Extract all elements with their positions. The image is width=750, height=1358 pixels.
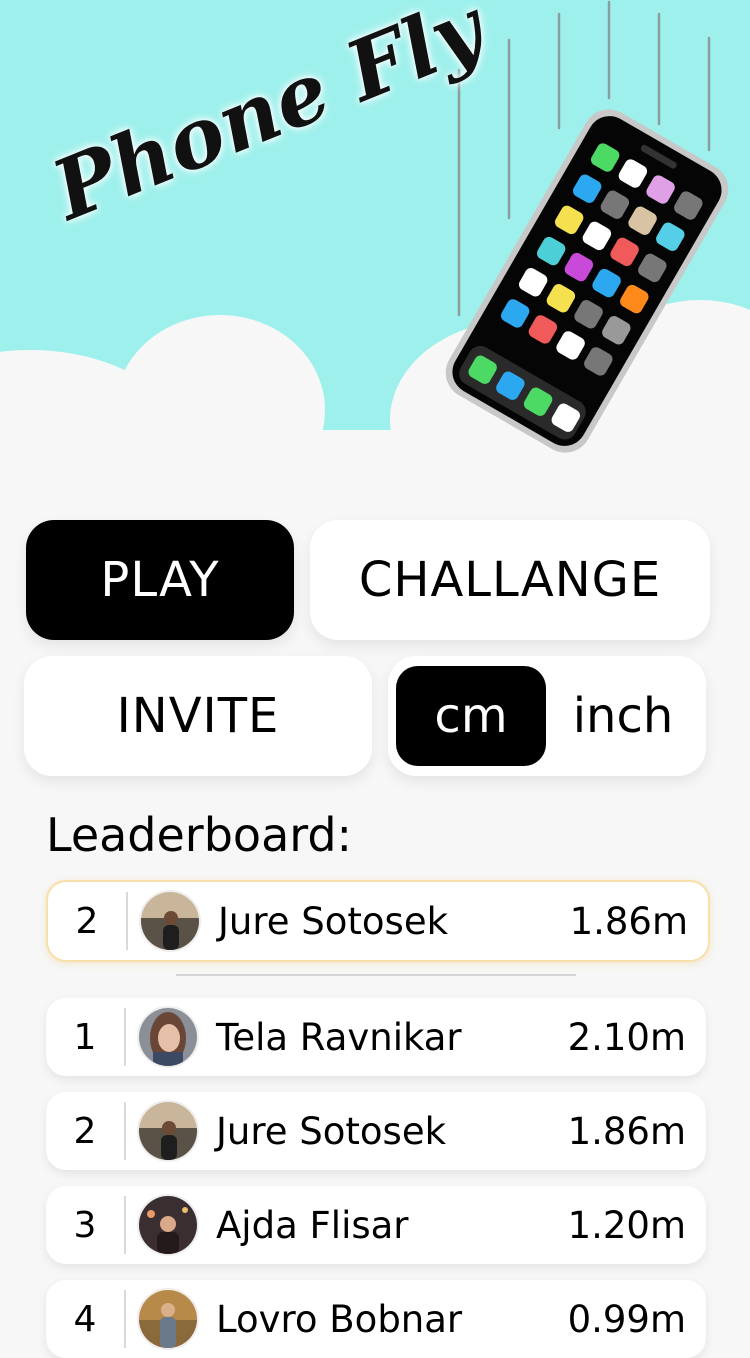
player-distance: 1.20m (567, 1203, 686, 1247)
player-distance: 1.86m (569, 899, 688, 943)
separator (124, 1102, 126, 1160)
unit-option-cm[interactable]: cm (396, 666, 546, 766)
player-distance: 1.86m (567, 1109, 686, 1153)
avatar (137, 1006, 199, 1068)
player-name: Tela Ravnikar (216, 1015, 462, 1059)
unit-option-cm-label: cm (434, 688, 508, 744)
leaderboard-row[interactable]: 2 Jure Sotosek 1.86m (46, 1092, 706, 1170)
challenge-button[interactable]: CHALLANGE (310, 520, 710, 640)
play-button[interactable]: PLAY (26, 520, 294, 640)
rank: 2 (73, 1110, 97, 1152)
avatar (137, 1100, 199, 1162)
leaderboard-title: Leaderboard: (46, 808, 353, 862)
player-name: Jure Sotosek (218, 899, 449, 943)
player-name: Ajda Flisar (216, 1203, 409, 1247)
separator (124, 1008, 126, 1066)
separator (124, 1290, 126, 1348)
challenge-button-label: CHALLANGE (358, 552, 662, 608)
player-name: Jure Sotosek (216, 1109, 447, 1153)
unit-toggle: cm inch (388, 656, 706, 776)
player-name: Lovro Bobnar (216, 1297, 463, 1341)
current-user-row[interactable]: 2 Jure Sotosek 1.86m (46, 880, 710, 962)
avatar (139, 890, 201, 952)
rank: 2 (75, 900, 99, 942)
invite-button[interactable]: INVITE (24, 656, 372, 776)
separator (124, 1196, 126, 1254)
player-distance: 0.99m (567, 1297, 686, 1341)
unit-option-inch-label: inch (572, 688, 674, 744)
avatar (137, 1288, 199, 1350)
invite-button-label: INVITE (116, 688, 280, 744)
unit-option-inch[interactable]: inch (548, 666, 698, 766)
avatar (137, 1194, 199, 1256)
player-distance: 2.10m (567, 1015, 686, 1059)
rank: 1 (73, 1016, 97, 1058)
rank: 4 (73, 1298, 97, 1340)
play-button-label: PLAY (100, 552, 220, 608)
leaderboard-row[interactable]: 1 Tela Ravnikar 2.10m (46, 998, 706, 1076)
leaderboard-row[interactable]: 3 Ajda Flisar 1.20m (46, 1186, 706, 1264)
leaderboard-row[interactable]: 4 Lovro Bobnar 0.99m (46, 1280, 706, 1358)
divider (176, 974, 576, 976)
rank: 3 (73, 1204, 97, 1246)
separator (126, 892, 128, 950)
